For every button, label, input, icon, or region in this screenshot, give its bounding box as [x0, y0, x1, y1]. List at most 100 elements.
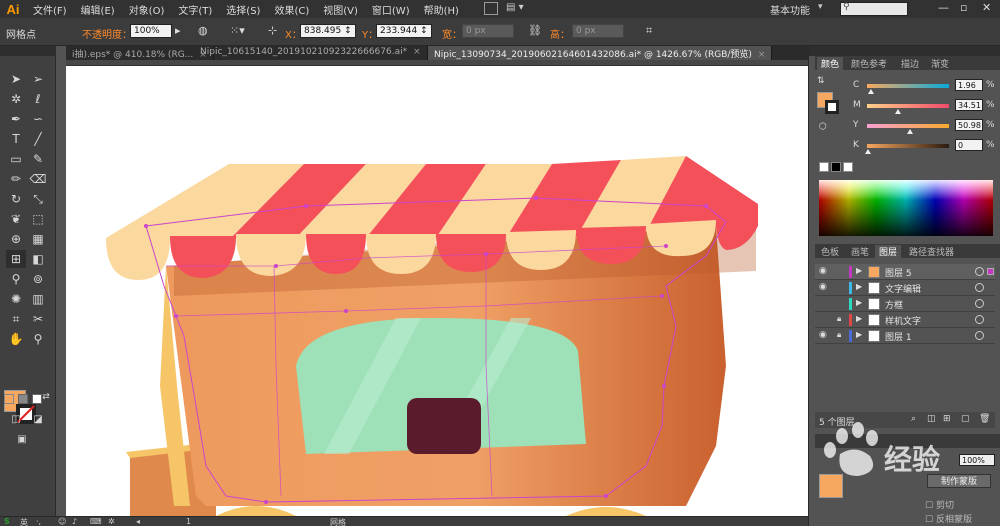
lasso-tool-icon[interactable]: ℓ — [28, 90, 48, 108]
close-icon[interactable]: ✕ — [982, 1, 991, 14]
y-coordinate-input[interactable]: 233.944 ↕ — [376, 24, 432, 38]
chevron-right-icon[interactable]: ▶ — [856, 282, 862, 291]
layer-target-icon[interactable] — [975, 283, 984, 292]
graph-tool-icon[interactable]: ▥ — [28, 290, 48, 308]
bridge-icon[interactable] — [484, 2, 498, 15]
height-input[interactable]: 0 px — [572, 24, 624, 38]
layer-selection-indicator[interactable] — [987, 268, 994, 275]
slider-k-thumb[interactable] — [865, 149, 871, 154]
eye-icon[interactable]: ◉ — [819, 330, 827, 340]
zoom-tool-icon[interactable]: ⚲ — [28, 330, 48, 348]
layer-name[interactable]: 样机文字 — [885, 314, 921, 327]
swap-fill-stroke-icon[interactable]: ⇅ — [817, 76, 825, 86]
menu-effect[interactable]: 效果(C) — [267, 2, 316, 17]
lock-icon[interactable]: 🔒︎ — [837, 330, 841, 340]
chevron-right-icon[interactable]: ▸ — [175, 24, 181, 37]
free-transform-tool-icon[interactable]: ⬚ — [28, 210, 48, 228]
tab-doc-3[interactable]: Nipic_13090734_20190602164601432086.ai* … — [428, 46, 773, 60]
keyboard-icon[interactable]: ⌨ — [90, 517, 102, 526]
layer-target-icon[interactable] — [975, 299, 984, 308]
layer-row[interactable]: ◉ 🔒︎ ▶ 图层 1 — [815, 328, 995, 344]
slider-k-track[interactable] — [867, 144, 949, 148]
tab-color-guide[interactable]: 颜色参考 — [847, 57, 891, 70]
chevron-right-icon[interactable]: ▶ — [856, 298, 862, 307]
menu-object[interactable]: 对象(O) — [122, 2, 172, 17]
layer-target-icon[interactable] — [975, 331, 984, 340]
anchor-convert-icon[interactable]: ⊹ — [268, 24, 277, 37]
curvature-tool-icon[interactable]: ∽ — [28, 110, 48, 128]
line-tool-icon[interactable]: ╱ — [28, 130, 48, 148]
layer-row[interactable]: ▶ 方框 — [815, 296, 995, 312]
slider-m-value[interactable]: 34.51 — [955, 99, 983, 111]
emoji-icon[interactable]: ☺ — [58, 517, 66, 526]
blend-tool-icon[interactable]: ⊚ — [28, 270, 48, 288]
lock-icon[interactable]: 🔒︎ — [837, 314, 841, 324]
draw-behind-icon[interactable]: ◪ — [28, 410, 48, 428]
search-input[interactable] — [840, 2, 908, 16]
slider-c-value[interactable]: 1.96 — [955, 79, 983, 91]
layer-name[interactable]: 图层 5 — [885, 266, 912, 279]
isolate-icon[interactable]: ⌗ — [646, 24, 652, 38]
menu-type[interactable]: 文字(T) — [171, 2, 219, 17]
layer-row[interactable]: 🔒︎ ▶ 样机文字 — [815, 312, 995, 328]
chevron-down-icon[interactable]: ▾ — [818, 2, 823, 12]
tab-brushes[interactable]: 画笔 — [847, 245, 873, 258]
opacity-label[interactable]: 不透明度： — [82, 26, 132, 41]
menu-file[interactable]: 文件(F) — [26, 2, 74, 17]
type-tool-icon[interactable]: T — [6, 130, 26, 148]
rotate-tool-icon[interactable]: ↻ — [6, 190, 26, 208]
settings-icon[interactable]: ✲ — [108, 517, 115, 526]
draw-mode-icon[interactable]: ◫ — [6, 410, 26, 428]
none-color-swatch[interactable] — [819, 162, 829, 172]
close-icon[interactable]: × — [413, 47, 421, 57]
tab-gradient[interactable]: 渐变 — [927, 57, 953, 70]
mesh-tool-icon[interactable]: ⊞ — [6, 250, 26, 268]
slider-y-value[interactable]: 50.98 — [955, 119, 983, 131]
black-color-swatch[interactable] — [831, 162, 841, 172]
none-mode-icon[interactable] — [32, 394, 42, 404]
artboard-nav-left-icon[interactable]: ◂ — [136, 517, 140, 526]
rectangle-tool-icon[interactable]: ▭ — [6, 150, 26, 168]
hand-tool-icon[interactable]: ✋ — [6, 330, 26, 348]
slider-c-thumb[interactable] — [868, 89, 874, 94]
chevron-right-icon[interactable]: ▶ — [856, 314, 862, 323]
opacity-input[interactable]: 100% — [130, 24, 172, 38]
microphone-icon[interactable]: ♪ — [72, 517, 77, 526]
workspace-switcher[interactable]: 基本功能 — [770, 2, 810, 17]
chevron-right-icon[interactable]: ▶ — [856, 266, 862, 275]
gradient-mode-icon[interactable] — [18, 394, 28, 404]
tab-layers[interactable]: 图层 — [875, 245, 902, 258]
symbol-sprayer-tool-icon[interactable]: ✺ — [6, 290, 26, 308]
layer-row[interactable]: ◉ ▶ 文字编辑 — [815, 280, 995, 296]
tab-doc-2[interactable]: Nipic_10615140_20191021092322666676.ai* × — [194, 46, 428, 60]
layer-target-icon[interactable] — [975, 315, 984, 324]
shape-builder-tool-icon[interactable]: ⊕ — [6, 230, 26, 248]
gradient-tool-icon[interactable]: ◧ — [28, 250, 48, 268]
arrange-docs-icon[interactable]: ▤ ▾ — [506, 2, 524, 13]
link-icon[interactable]: ⛓ — [528, 24, 542, 37]
tab-doc-1[interactable]: i抽).eps* @ 410.18% (RG... × — [66, 46, 214, 60]
tab-stroke[interactable]: 描边 — [897, 57, 923, 70]
tab-pathfinder[interactable]: 路径查找器 — [905, 245, 958, 258]
artboard-number[interactable]: 1 — [186, 517, 191, 526]
layer-target-icon[interactable] — [975, 267, 984, 276]
punctuation-icon[interactable]: ·, — [36, 517, 41, 526]
menu-edit[interactable]: 编辑(E) — [74, 2, 122, 17]
menu-select[interactable]: 选择(S) — [219, 2, 267, 17]
eraser-tool-icon[interactable]: ⌫ — [28, 170, 48, 188]
eye-icon[interactable]: ◉ — [819, 266, 827, 276]
layer-name[interactable]: 文字编辑 — [885, 282, 921, 295]
ime-language[interactable]: 英 — [20, 517, 28, 526]
color-mode-icon[interactable] — [4, 394, 14, 404]
screen-mode-icon[interactable]: ▣ — [12, 430, 32, 448]
menu-view[interactable]: 视图(V) — [316, 2, 365, 17]
menu-window[interactable]: 窗口(W) — [365, 2, 417, 17]
tab-color[interactable]: 颜色 — [817, 57, 844, 70]
width-input[interactable]: 0 px — [462, 24, 514, 38]
eyedropper-tool-icon[interactable]: ⚲ — [6, 270, 26, 288]
layer-name[interactable]: 方框 — [885, 298, 903, 311]
maximize-icon[interactable]: ▫ — [960, 1, 967, 14]
minimize-icon[interactable]: — — [938, 1, 949, 14]
slider-k-value[interactable]: 0 — [955, 139, 983, 151]
slider-y-thumb[interactable] — [907, 129, 913, 134]
